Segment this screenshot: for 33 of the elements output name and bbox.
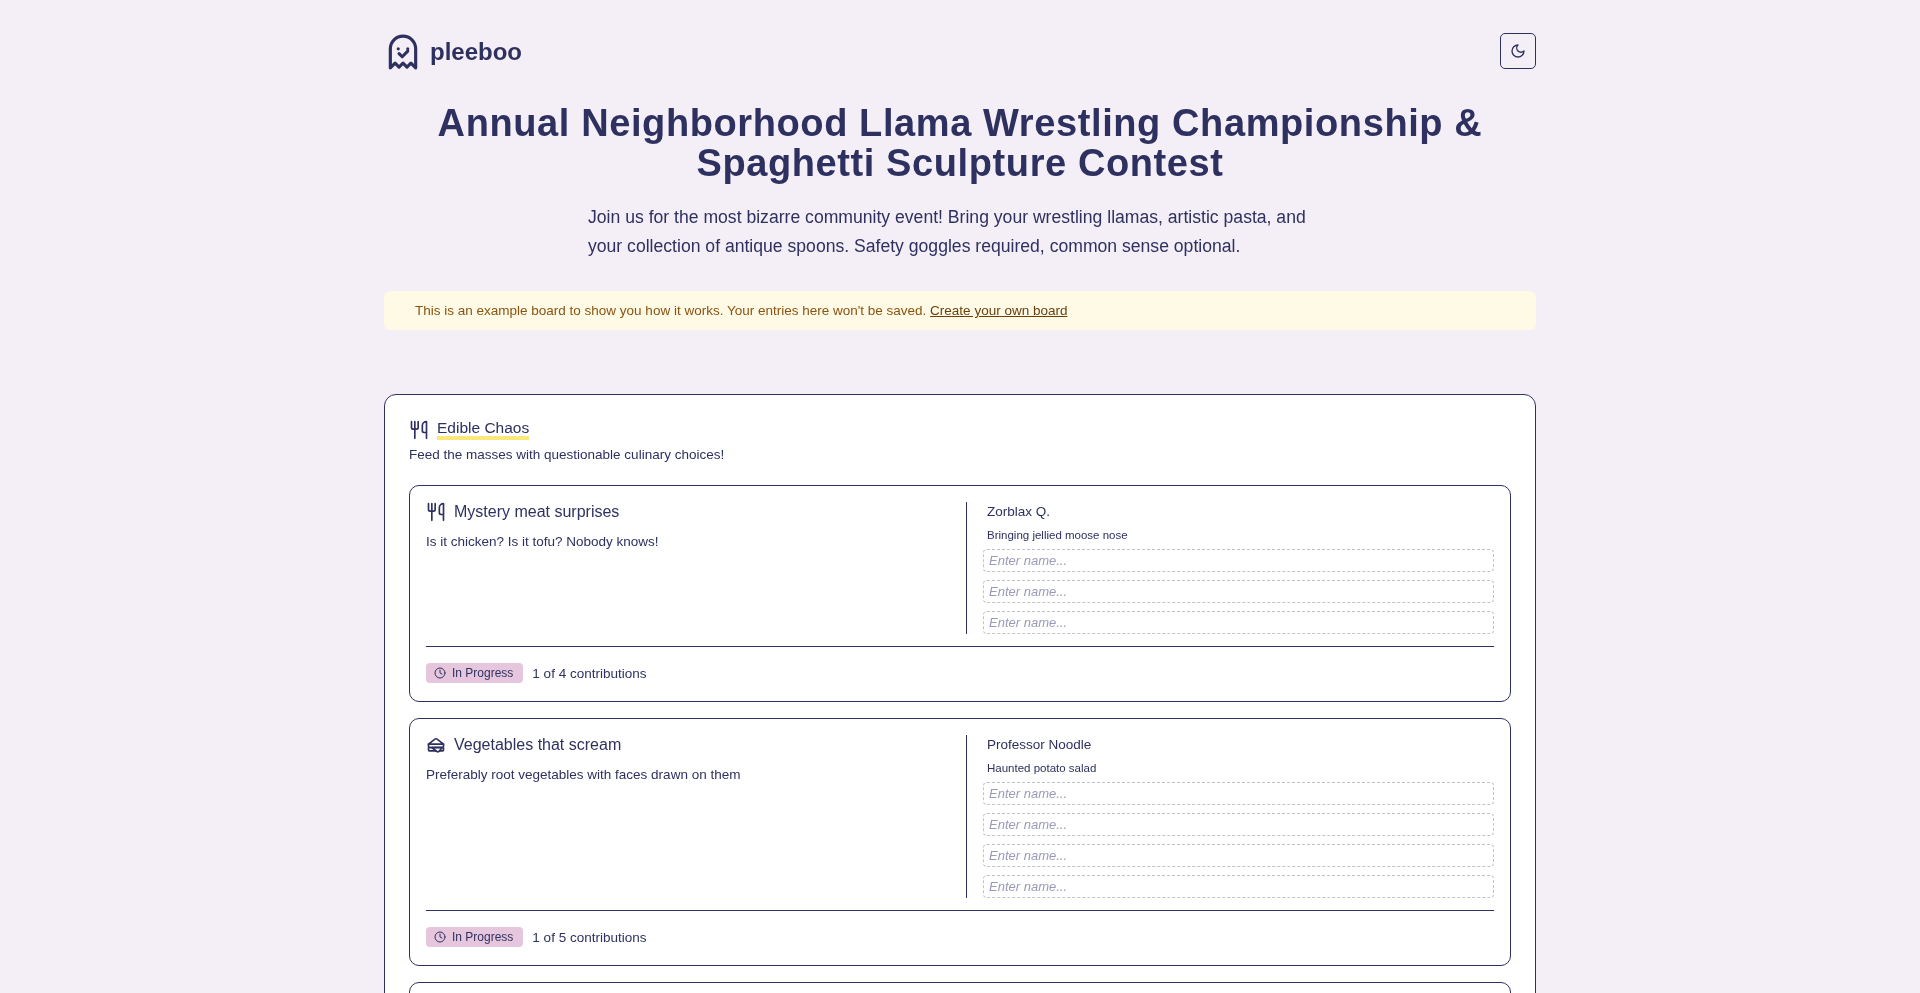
event-title: Annual Neighborhood Llama Wrestling Championship & Spaghetti Sculpture Contest: [436, 103, 1484, 183]
status-badge: In Progress: [426, 663, 524, 683]
clock-icon: [434, 931, 446, 943]
fork-knife-icon: [409, 419, 429, 440]
task-title: Mystery meat surprises: [454, 503, 620, 521]
name-input-field[interactable]: Enter name...: [983, 813, 1494, 836]
theme-toggle-button[interactable]: [1500, 33, 1536, 69]
moon-icon: [1510, 43, 1526, 59]
name-input-field[interactable]: Enter name...: [983, 611, 1494, 634]
contribution-count: 1 of 4 contributions: [532, 665, 647, 681]
contributor-name: Zorblax Q.: [986, 504, 1052, 519]
clock-icon: [434, 667, 446, 679]
sandwich-icon: [426, 735, 446, 755]
name-input-field[interactable]: Enter name...: [983, 549, 1494, 572]
section-description: Feed the masses with questionable culinary choices!: [409, 447, 726, 462]
name-input-field[interactable]: Enter name...: [983, 580, 1494, 603]
name-input-field[interactable]: Enter name...: [983, 844, 1494, 867]
create-board-link[interactable]: Create your own board: [930, 303, 1068, 318]
task-title: Vegetables that scream: [454, 736, 622, 754]
contribution-note: Haunted potato salad: [986, 762, 1098, 774]
fork-knife-icon: [426, 502, 446, 522]
task-description: Is it chicken? Is it tofu? Nobody knows!: [426, 534, 660, 549]
contribution-note: Bringing jellied moose nose: [986, 529, 1129, 541]
status-badge: In Progress: [426, 927, 524, 947]
event-description: Join us for the most bizarre community event! Bring your wrestling llamas, artistic pasta, and your collection of antique spoons. Safety goggles required, common sense optional.: [588, 206, 1307, 258]
contributor-name: Professor Noodle: [986, 737, 1093, 752]
task-description: Preferably root vegetables with faces drawn on them: [426, 767, 742, 782]
notice-text: This is an example board to show you how it works. Your entries here won't be saved.: [415, 303, 928, 318]
contribution-count: 1 of 5 contributions: [532, 929, 647, 945]
name-input-field[interactable]: Enter name...: [983, 782, 1494, 805]
section-title: Edible Chaos: [437, 419, 530, 440]
logo-text: pleeboo: [430, 38, 522, 66]
name-input-field[interactable]: Enter name...: [983, 875, 1494, 898]
